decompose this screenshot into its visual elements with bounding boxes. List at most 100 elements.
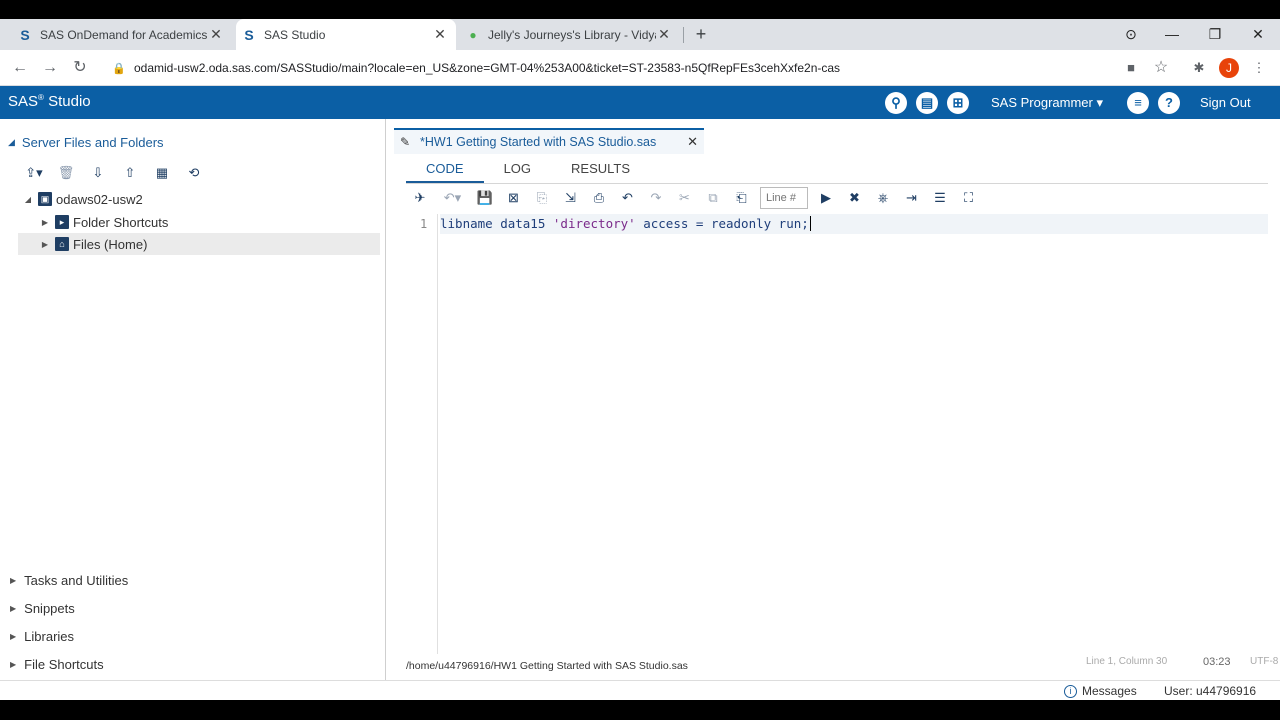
tree-item-label: odaws02-usw2 (56, 191, 143, 207)
accordion-snippets[interactable]: ▶ Snippets (10, 601, 75, 616)
user-label: User: u44796916 (1164, 684, 1257, 698)
browser-tab-vidyard[interactable]: ● Jelly's Journeys's Library - Vidyar ✕ (460, 19, 680, 50)
code-string: 'directory' (552, 216, 636, 231)
editor-pane: ✎ *HW1 Getting Started with SAS Studio.s… (386, 119, 1280, 680)
browser-tab-sas-studio[interactable]: S SAS Studio ✕ (236, 19, 456, 50)
new-icon[interactable]: ⇪▾ (24, 163, 44, 183)
tab-close-icon[interactable]: ✕ (656, 26, 672, 43)
tree-item-folder-shortcuts[interactable]: ▶ ▸ Folder Shortcuts (39, 211, 168, 233)
close-file-tab-icon[interactable]: ✕ (687, 134, 698, 150)
new-tab-button[interactable]: + (690, 19, 712, 50)
copy-icon[interactable]: ⧉ (703, 188, 723, 208)
cursor-position-status: Line 1, Column 30 (1086, 656, 1168, 667)
find-icon[interactable]: ⎈ (873, 188, 893, 208)
reload-icon[interactable]: ↻ (68, 56, 92, 80)
line-number-input[interactable] (760, 187, 808, 209)
file-toolbar: ⇪▾ 🗑 ⇩ ⇧ ▦ ⟲ (24, 163, 216, 183)
elapsed-time: 03:23 (1203, 656, 1231, 668)
delete-icon[interactable]: 🗑 (56, 163, 76, 183)
edit-menu-icon[interactable]: ☰ (930, 188, 950, 208)
tab-code[interactable]: CODE (406, 157, 484, 183)
tab-title: SAS OnDemand for Academics (40, 27, 208, 42)
download-icon[interactable]: ⇩ (88, 163, 108, 183)
tab-title: SAS Studio (264, 27, 326, 42)
navigation-pane: ◢ Server Files and Folders ⇪▾ 🗑 ⇩ ⇧ ▦ ⟲ … (0, 119, 386, 680)
clear-code-icon[interactable]: ✖ (845, 188, 865, 208)
collapsed-arrow-icon: ▶ (10, 632, 17, 641)
maximize-icon[interactable]: ⛶ (959, 188, 979, 208)
accordion-tasks-and-utilities[interactable]: ▶ Tasks and Utilities (10, 573, 128, 588)
server-files-section-header[interactable]: ◢ Server Files and Folders (8, 135, 164, 150)
paste-icon[interactable]: ⎗ (732, 188, 752, 208)
upload-icon[interactable]: ⇧ (120, 163, 140, 183)
tree-item-server[interactable]: ◢ ▣ odaws02-usw2 (22, 188, 143, 210)
undo-icon[interactable]: ↶ (618, 188, 638, 208)
kebab-menu-icon[interactable]: ⋮ (1249, 58, 1269, 78)
line-number: 1 (420, 217, 428, 231)
browser-tab-strip: S SAS OnDemand for Academics ✕ S SAS Stu… (0, 19, 1280, 50)
print-icon[interactable]: ▤ (916, 92, 938, 114)
print-code-icon[interactable]: ⎙ (589, 188, 609, 208)
tab-close-icon[interactable]: ✕ (208, 26, 224, 43)
browser-menu-icon[interactable]: ⊙ (1116, 19, 1146, 50)
help-icon[interactable]: ? (1158, 92, 1180, 114)
profile-avatar[interactable]: J (1219, 58, 1239, 78)
back-icon[interactable]: ← (8, 56, 32, 80)
tab-title: Jelly's Journeys's Library - Vidyar (488, 27, 656, 42)
line-gutter: 1 (406, 214, 438, 654)
accordion-libraries[interactable]: ▶ Libraries (10, 629, 74, 644)
editor-subtabs: CODE LOG RESULTS (406, 157, 650, 183)
tab-log[interactable]: LOG (484, 157, 551, 183)
divider (406, 183, 1268, 184)
address-bar[interactable]: 🔒 odamid-usw2.oda.sas.com/SASStudio/main… (104, 55, 1184, 81)
cut-icon[interactable]: ✂ (675, 188, 695, 208)
minimize-icon[interactable]: — (1157, 19, 1187, 50)
tree-item-files-home[interactable]: ▶ ⌂ Files (Home) (18, 233, 380, 255)
code-line[interactable]: libname data15 'directory' access = read… (440, 214, 1268, 234)
browser-tab-sas-ondemand[interactable]: S SAS OnDemand for Academics ✕ (12, 19, 232, 50)
forward-icon[interactable]: → (38, 56, 62, 80)
go-to-line-icon[interactable]: ▶ (816, 188, 836, 208)
tab-results[interactable]: RESULTS (551, 157, 650, 183)
screen: S SAS OnDemand for Academics ✕ S SAS Stu… (0, 0, 1280, 720)
home-folder-icon: ⌂ (55, 237, 69, 251)
sas-favicon-icon: S (244, 26, 254, 43)
history-icon[interactable]: ↶▾ (439, 188, 467, 208)
new-process-icon[interactable]: ⎘ (532, 188, 552, 208)
collapsed-arrow-icon[interactable]: ▶ (39, 218, 51, 227)
expanded-arrow-icon[interactable]: ◢ (22, 195, 34, 204)
expanded-arrow-icon: ◢ (8, 137, 15, 147)
collapsed-arrow-icon[interactable]: ▶ (39, 240, 51, 249)
perspective-selector[interactable]: SAS Programmer ▾ (991, 95, 1103, 111)
extensions-puzzle-icon[interactable]: ✱ (1189, 58, 1209, 78)
export-icon[interactable]: ⇲ (561, 188, 581, 208)
properties-icon[interactable]: ▦ (152, 163, 172, 183)
lock-icon: 🔒 (112, 62, 126, 75)
window-close-icon[interactable]: ✕ (1243, 19, 1273, 50)
messages-button[interactable]: i Messages (1064, 684, 1137, 698)
save-as-icon[interactable]: ⊠ (504, 188, 524, 208)
tab-separator (683, 27, 684, 43)
sas-header: SAS® Studio ⚲ ▤ ⊞ SAS Programmer ▾ ≡ ? S… (0, 86, 1280, 119)
camera-icon[interactable]: ■ (1121, 58, 1141, 78)
format-code-icon[interactable]: ⇥ (902, 188, 922, 208)
code-editor[interactable]: 1 libname data15 'directory' access = re… (406, 214, 1268, 654)
sas-studio-logo: SAS® Studio (8, 93, 91, 110)
refresh-icon[interactable]: ⟲ (184, 163, 204, 183)
sas-favicon-icon: S (20, 26, 30, 43)
program-file-tab[interactable]: ✎ *HW1 Getting Started with SAS Studio.s… (394, 128, 704, 154)
bookmark-star-icon[interactable]: ☆ (1151, 58, 1171, 78)
bottom-status-bar: i Messages User: u44796916 (0, 680, 1280, 700)
tab-close-icon[interactable]: ✕ (432, 26, 448, 43)
code-keyword: libname data15 (440, 216, 553, 231)
restore-icon[interactable]: ❐ (1200, 19, 1230, 50)
menu-icon[interactable]: ≡ (1127, 92, 1149, 114)
collapsed-arrow-icon: ▶ (10, 660, 17, 669)
save-icon[interactable]: 💾 (475, 188, 495, 208)
accordion-file-shortcuts[interactable]: ▶ File Shortcuts (10, 657, 104, 672)
redo-icon[interactable]: ↷ (646, 188, 666, 208)
sign-out-link[interactable]: Sign Out (1200, 95, 1251, 110)
run-icon[interactable]: ✈ (410, 188, 430, 208)
search-icon[interactable]: ⚲ (885, 92, 907, 114)
apps-grid-icon[interactable]: ⊞ (947, 92, 969, 114)
